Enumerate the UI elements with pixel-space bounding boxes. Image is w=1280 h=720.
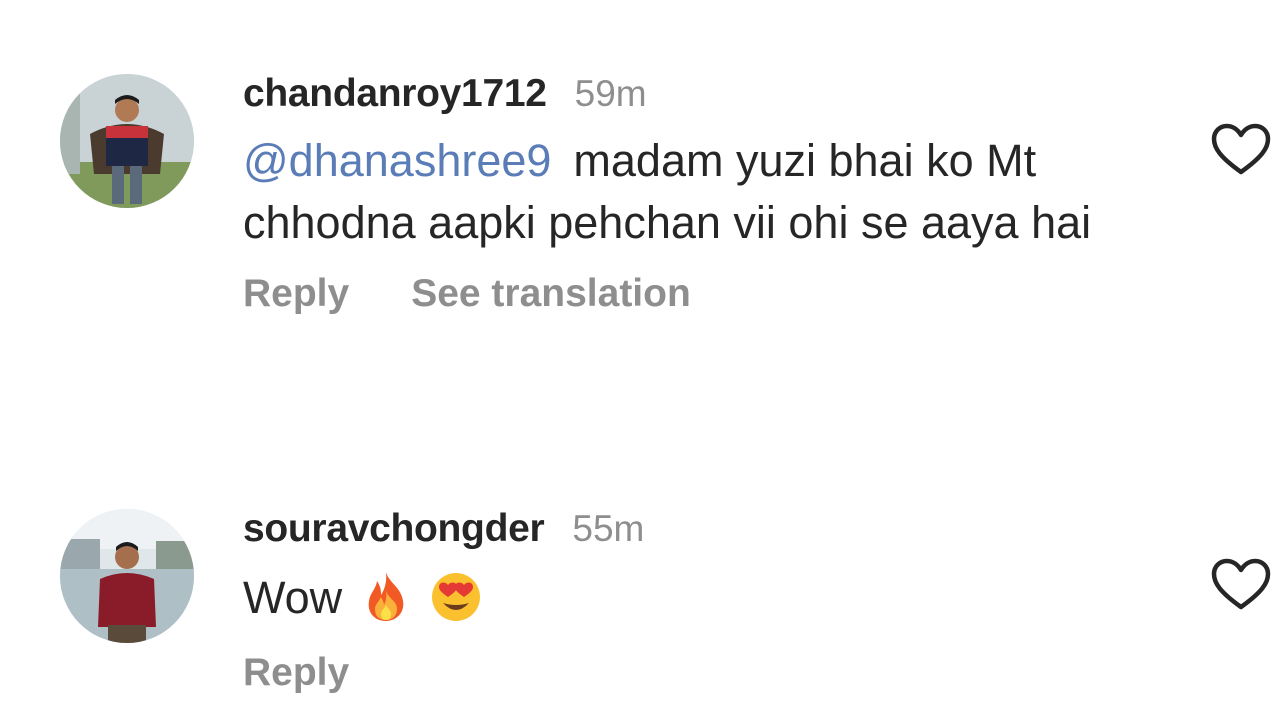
avatar[interactable]: [60, 509, 194, 643]
comment-actions: Reply: [243, 651, 1143, 695]
comment-item: chandanroy1712 59m @dhanashree9 madam yuz…: [0, 70, 1280, 410]
comment-meta: souravchongder 55m: [243, 507, 1143, 557]
comment-meta: chandanroy1712 59m: [243, 72, 1143, 122]
heart-outline-icon[interactable]: [1210, 122, 1272, 178]
reply-button[interactable]: Reply: [243, 651, 349, 695]
heart-eyes-emoji-icon: [432, 573, 481, 621]
username[interactable]: souravchongder: [243, 507, 545, 551]
timestamp: 59m: [574, 73, 647, 114]
mention-link[interactable]: @dhanashree9: [243, 135, 551, 186]
reply-button[interactable]: Reply: [243, 272, 349, 316]
comment-body: souravchongder 55m Wow Reply: [243, 505, 1143, 695]
fire-emoji-icon: [368, 572, 403, 621]
user-avatar-icon: [60, 74, 194, 208]
comment-text: @dhanashree9 madam yuzi bhai ko Mt chhodn…: [243, 130, 1123, 254]
see-translation-button[interactable]: See translation: [411, 272, 691, 316]
heart-outline-icon[interactable]: [1210, 557, 1272, 613]
comment-item: souravchongder 55m Wow Reply: [0, 505, 1280, 720]
timestamp: 55m: [572, 508, 645, 549]
comment-actions: Reply See translation: [243, 272, 1143, 316]
comment-body: chandanroy1712 59m @dhanashree9 madam yuz…: [243, 70, 1143, 316]
comment-message: Wow: [243, 572, 343, 623]
avatar[interactable]: [60, 74, 194, 208]
user-avatar-icon: [60, 509, 194, 643]
username[interactable]: chandanroy1712: [243, 72, 547, 116]
comment-text: Wow: [243, 567, 1123, 629]
